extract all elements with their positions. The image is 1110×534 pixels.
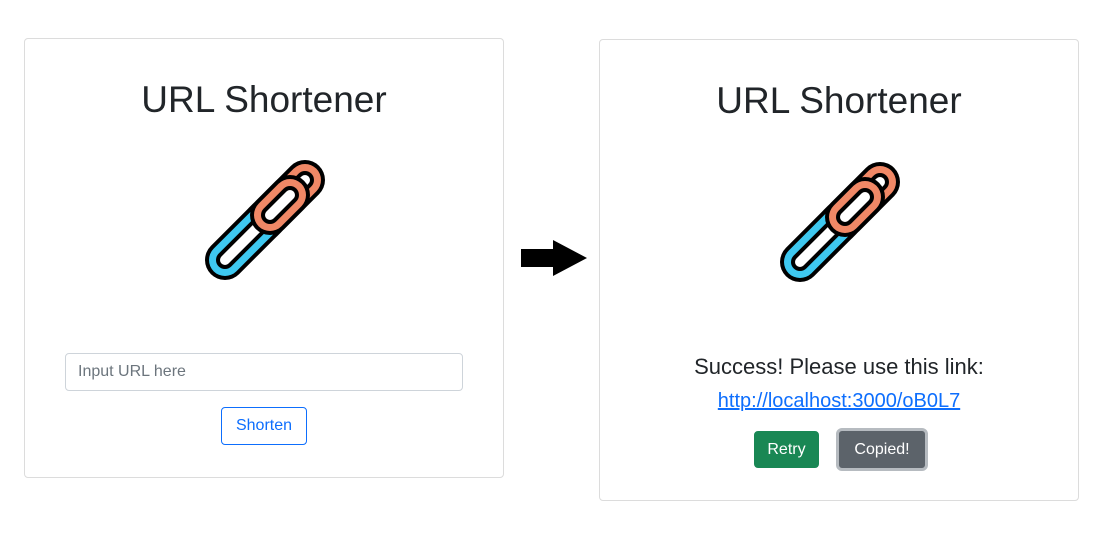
page-title: URL Shortener (716, 80, 962, 121)
chain-link-icon (780, 162, 900, 282)
success-message: Success! Please use this link: (694, 354, 984, 379)
shortener-card-input: URL Shortener Shorten (24, 38, 504, 478)
shortener-card-success: URL Shortener Success! Please use this l… (599, 39, 1079, 501)
copy-button[interactable]: Copied! (836, 428, 928, 471)
url-input[interactable] (65, 353, 463, 391)
page-title: URL Shortener (141, 79, 387, 120)
right-arrow-icon (521, 240, 587, 276)
shorten-button[interactable]: Shorten (221, 407, 307, 445)
retry-button[interactable]: Retry (754, 431, 819, 468)
chain-link-icon (205, 160, 325, 280)
short-url-link[interactable]: http://localhost:3000/oB0L7 (600, 390, 1078, 413)
